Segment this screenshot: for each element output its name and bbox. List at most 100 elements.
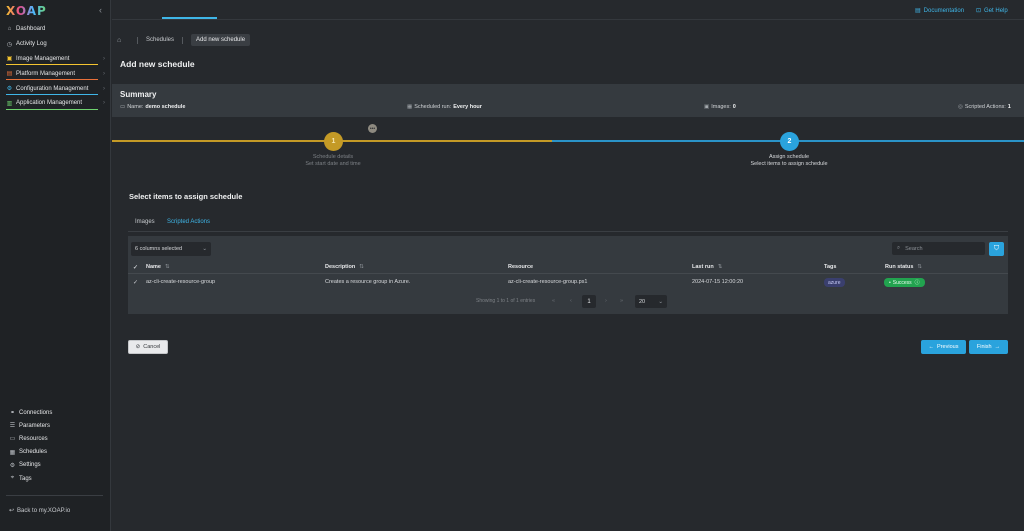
sidebar-item-schedules[interactable]: ▦ Schedules bbox=[0, 446, 111, 459]
sidebar-item-label: Image Management bbox=[16, 55, 70, 62]
columns-select[interactable]: 6 columns selected ⌄ bbox=[131, 242, 211, 256]
sort-icon: ⇅ bbox=[164, 264, 170, 270]
sidebar-item-label: Application Management bbox=[16, 100, 83, 107]
sidebar-item-connections[interactable]: ⚭ Connections bbox=[0, 406, 111, 419]
page-size-select[interactable]: 20 ⌄ bbox=[635, 295, 667, 308]
current-page[interactable]: 1 bbox=[582, 295, 596, 308]
sidebar-item-tags[interactable]: ⌖ Tags bbox=[0, 472, 111, 485]
breadcrumb-schedules[interactable]: Schedules bbox=[146, 37, 174, 43]
sidebar-item-resources[interactable]: ▭ Resources bbox=[0, 432, 111, 445]
sidebar: XOAP ‹ ⌂ Dashboard ◷ Activity Log ▣ Imag… bbox=[0, 0, 111, 531]
chevron-down-icon: ⌄ bbox=[658, 298, 663, 305]
help-icon: ⊡ bbox=[976, 8, 982, 14]
accent-bar bbox=[6, 93, 98, 95]
cell-last-run: 2024-07-15 12:00:20 bbox=[692, 279, 744, 285]
xoap-logo[interactable]: XOAP bbox=[6, 4, 47, 18]
pagination-info: Showing 1 to 1 of 1 entries bbox=[476, 298, 536, 304]
cancel-button[interactable]: ⊘ Cancel bbox=[128, 340, 168, 354]
summary-images-label: Images: bbox=[711, 104, 731, 110]
breadcrumb-current: Add new schedule bbox=[191, 34, 251, 46]
step-edit-icon[interactable]: ••• bbox=[368, 124, 377, 133]
image-icon: ▣ bbox=[704, 104, 710, 110]
finish-button[interactable]: Finish → bbox=[969, 340, 1008, 354]
select-all-checkbox[interactable]: ✓ bbox=[133, 264, 138, 271]
accent-bar bbox=[6, 79, 98, 81]
step-2-subtitle: Select items to assign schedule bbox=[750, 161, 828, 167]
sidebar-item-label: Configuration Management bbox=[16, 85, 89, 92]
list-icon: ☰ bbox=[9, 423, 16, 430]
step-1-label: Schedule details Set start date and time bbox=[283, 154, 383, 168]
sidebar-item-label: Platform Management bbox=[16, 70, 76, 77]
accent-bar bbox=[6, 64, 98, 66]
step-2-label: Assign schedule Select items to assign s… bbox=[730, 154, 848, 168]
prev-page-icon[interactable]: ‹ bbox=[570, 298, 572, 304]
row-checkbox[interactable]: ✓ bbox=[133, 279, 138, 286]
sidebar-item-dashboard[interactable]: ⌂ Dashboard bbox=[0, 22, 111, 37]
back-to-xoap-link[interactable]: ↩ Back to my.XOAP.io bbox=[9, 507, 70, 515]
sidebar-item-configuration-management[interactable]: ⚙ Configuration Management › bbox=[0, 81, 111, 96]
column-header-run-status[interactable]: Run status ⇅ bbox=[885, 264, 922, 270]
sidebar-item-label: Connections bbox=[19, 409, 53, 416]
documentation-link[interactable]: ▤ Documentation bbox=[915, 7, 965, 15]
sidebar-item-image-management[interactable]: ▣ Image Management › bbox=[0, 52, 111, 67]
column-header-resource: Resource bbox=[508, 264, 533, 270]
search-input[interactable]: ⌕ Search bbox=[892, 242, 985, 255]
check-icon: • bbox=[889, 279, 891, 286]
scripted-actions-table: 6 columns selected ⌄ ⌕ Search ⛉ ✓ Name ⇅… bbox=[128, 236, 1008, 314]
sort-icon: ⇅ bbox=[359, 264, 364, 270]
tabs: Images Scripted Actions bbox=[128, 214, 1008, 232]
filter-button[interactable]: ⛉ bbox=[989, 242, 1004, 256]
sidebar-item-label: Activity Log bbox=[16, 41, 47, 48]
summary-run-label: Scheduled run: bbox=[414, 104, 452, 110]
summary-actions-value: 1 bbox=[1007, 104, 1011, 110]
next-page-icon[interactable]: › bbox=[605, 298, 607, 304]
last-page-icon[interactable]: » bbox=[620, 298, 623, 304]
sidebar-item-label: Dashboard bbox=[16, 26, 46, 33]
collapse-sidebar-icon[interactable]: ‹ bbox=[99, 5, 102, 15]
sidebar-item-application-management[interactable]: ▥ Application Management › bbox=[0, 96, 111, 111]
documentation-label: Documentation bbox=[923, 7, 965, 14]
link-icon: ⚭ bbox=[9, 410, 16, 417]
calendar-icon: ▦ bbox=[9, 449, 16, 456]
sidebar-item-activity-log[interactable]: ◷ Activity Log bbox=[0, 37, 111, 52]
home-icon[interactable]: ⌂ bbox=[117, 37, 129, 44]
filter-icon: ⛉ bbox=[993, 245, 1000, 252]
previous-button[interactable]: ← Previous bbox=[921, 340, 966, 354]
summary-name: ▭ Name: demo schedule bbox=[120, 104, 185, 110]
table-row[interactable]: ✓ az-cli-create-resource-group Creates a… bbox=[128, 276, 1008, 289]
cell-resource: az-cli-create-resource-group.ps1 bbox=[508, 279, 588, 285]
summary-name-label: Name: bbox=[127, 104, 144, 110]
first-page-icon[interactable]: « bbox=[552, 298, 555, 304]
chevron-right-icon: › bbox=[103, 100, 105, 107]
summary-panel: Summary ▭ Name: demo schedule ▦ Schedule… bbox=[112, 84, 1024, 117]
chevron-right-icon: › bbox=[103, 85, 105, 92]
column-header-last-run[interactable]: Last run ⇅ bbox=[692, 264, 722, 270]
tab-images[interactable]: Images bbox=[135, 219, 155, 225]
column-header-description[interactable]: Description ⇅ bbox=[325, 264, 364, 270]
sidebar-divider bbox=[6, 495, 103, 496]
get-help-link[interactable]: ⊡ Get Help bbox=[976, 7, 1008, 15]
chevron-right-icon: › bbox=[103, 70, 105, 77]
cancel-icon: ⊘ bbox=[135, 344, 141, 350]
tab-scripted-actions[interactable]: Scripted Actions bbox=[167, 219, 210, 225]
box-icon: ▭ bbox=[9, 436, 16, 443]
header-label: Last run bbox=[692, 264, 714, 270]
status-badge: • Success ⓘ bbox=[884, 278, 925, 287]
clock-icon: ◷ bbox=[6, 41, 13, 48]
breadcrumb-separator bbox=[137, 36, 138, 44]
gear-icon: ⚙ bbox=[9, 462, 16, 469]
step-1-circle[interactable]: 1 bbox=[324, 132, 343, 151]
pagination: Showing 1 to 1 of 1 entries « ‹ 1 › » 20… bbox=[128, 294, 1008, 308]
sidebar-item-platform-management[interactable]: ▤ Platform Management › bbox=[0, 66, 111, 81]
step-2-circle[interactable]: 2 bbox=[780, 132, 799, 151]
sidebar-item-settings[interactable]: ⚙ Settings bbox=[0, 459, 111, 472]
summary-images: ▣ Images: 0 bbox=[704, 104, 736, 110]
tag-icon: ⌖ bbox=[10, 475, 15, 482]
step-1-title: Schedule details bbox=[312, 154, 354, 160]
column-header-name[interactable]: Name ⇅ bbox=[146, 264, 170, 270]
header-label: Name bbox=[146, 264, 161, 270]
info-icon: ⓘ bbox=[914, 280, 920, 286]
tag-badge: azure bbox=[824, 278, 845, 287]
sidebar-item-parameters[interactable]: ☰ Parameters bbox=[0, 419, 111, 432]
breadcrumb: ⌂ Schedules Add new schedule bbox=[117, 34, 251, 46]
